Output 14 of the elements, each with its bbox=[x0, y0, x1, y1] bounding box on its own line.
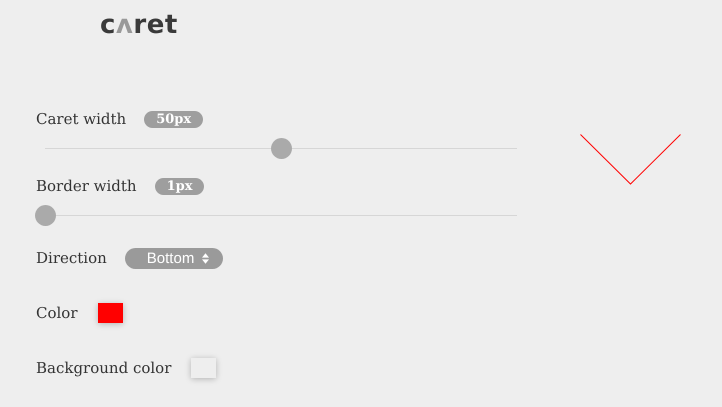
field-label: Caret width bbox=[36, 110, 126, 128]
color-swatch[interactable] bbox=[98, 303, 123, 323]
slider-thumb[interactable] bbox=[271, 138, 292, 159]
value-badge: 1px bbox=[154, 178, 204, 194]
field-label: Direction bbox=[36, 249, 107, 267]
value-badge: 50px bbox=[144, 110, 204, 128]
color-swatch[interactable] bbox=[191, 358, 216, 378]
sort-arrows-icon bbox=[202, 252, 210, 264]
field-label: Border width bbox=[36, 177, 137, 195]
field-label: Background color bbox=[36, 359, 172, 377]
logo: cʌret bbox=[100, 10, 179, 42]
slider-thumb[interactable] bbox=[35, 205, 56, 226]
field-label: Color bbox=[36, 304, 78, 322]
direction-select[interactable]: Bottom bbox=[124, 248, 224, 268]
